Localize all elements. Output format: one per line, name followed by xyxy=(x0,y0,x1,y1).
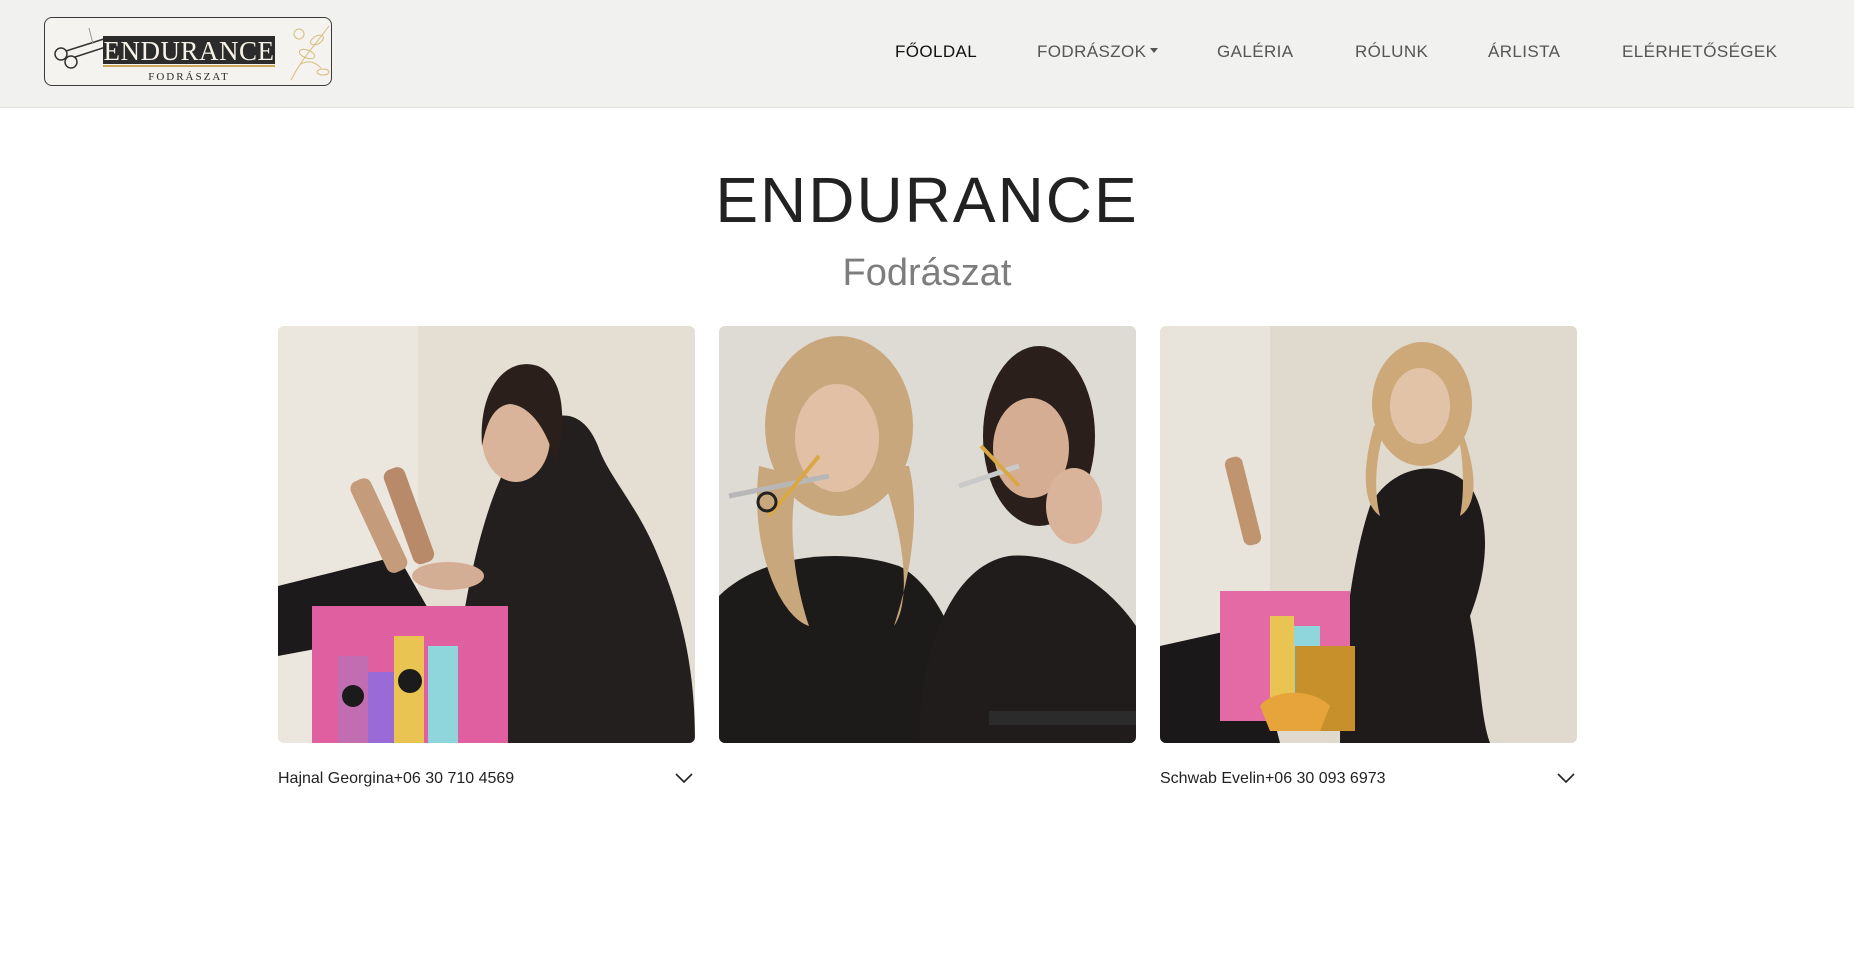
chevron-down-icon[interactable] xyxy=(1557,771,1575,785)
logo-divider xyxy=(103,65,275,67)
chevron-down-icon[interactable] xyxy=(675,771,693,785)
stylist-photo-evelin[interactable] xyxy=(1160,326,1577,743)
stylist-photo-duo[interactable] xyxy=(719,326,1136,743)
stylist-name-phone: Schwab Evelin+06 30 093 6973 xyxy=(1160,770,1386,787)
nav-item-stylists[interactable]: FODRÁSZOK xyxy=(1037,40,1159,64)
navbar: ENDURANCE FODRÁSZAT FŐOLDAL FODRÁSZOK GA… xyxy=(0,0,1854,108)
nav-item-contact[interactable]: ELÉRHETŐSÉGEK xyxy=(1622,40,1777,64)
caret-down-icon xyxy=(1150,48,1159,53)
stylist-name-phone: Hajnal Georgina+06 30 710 4569 xyxy=(278,770,515,787)
photo-illustration xyxy=(278,326,695,743)
nav-item-about[interactable]: RÓLUNK xyxy=(1355,40,1428,64)
stylist-caption-evelin[interactable]: Schwab Evelin+06 30 093 6973 xyxy=(1160,767,1577,791)
nav-item-pricelist[interactable]: ÁRLISTA xyxy=(1488,40,1560,64)
nav-item-home[interactable]: FŐOLDAL xyxy=(895,40,977,64)
nav-item-stylists-label: FODRÁSZOK xyxy=(1037,42,1147,61)
photo-illustration xyxy=(719,326,1136,743)
logo-subtitle: FODRÁSZAT xyxy=(148,71,230,83)
photo-illustration xyxy=(1160,326,1577,743)
main-nav: FŐOLDAL FODRÁSZOK GALÉRIA RÓLUNK ÁRLISTA… xyxy=(0,40,1854,64)
nav-item-gallery[interactable]: GALÉRIA xyxy=(1217,40,1294,64)
hero-subtitle: Fodrászat xyxy=(842,252,1012,294)
hero-title: ENDURANCE xyxy=(715,164,1139,236)
stylist-photo-georgina[interactable] xyxy=(278,326,695,743)
stylist-caption-georgina[interactable]: Hajnal Georgina+06 30 710 4569 xyxy=(278,767,695,791)
